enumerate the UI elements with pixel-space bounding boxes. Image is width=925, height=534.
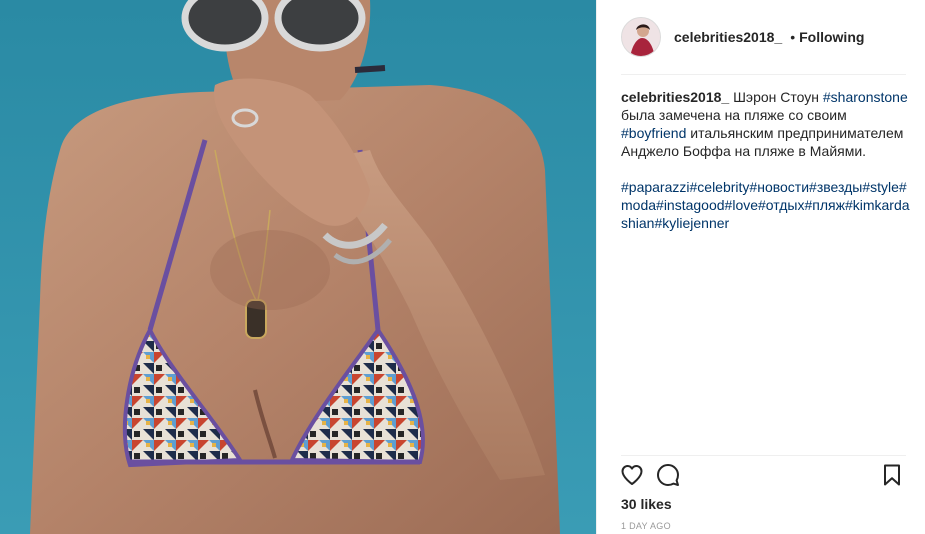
hashtag-link[interactable]: #отдых [758,197,804,213]
following-button[interactable]: Following [799,29,864,45]
hashtag-link[interactable]: #boyfriend [621,125,686,141]
instagram-post: celebrities2018_ • Following celebrities… [0,0,925,534]
header-text: celebrities2018_ • Following [674,29,864,45]
avatar[interactable] [621,17,661,57]
hashtag-link[interactable]: #новости [749,179,809,195]
hashtag-link[interactable]: #kyliejenner [654,215,729,231]
avatar-image [622,18,660,56]
comment-icon [657,464,679,486]
bookmark-icon [884,464,900,486]
caption-text: celebrities2018_ Шэрон Стоун #sharonston… [621,88,911,160]
post-header: celebrities2018_ • Following [597,0,925,74]
hashtag-link[interactable]: #звезды [809,179,862,195]
like-button[interactable] [617,460,647,490]
hashtag-link[interactable]: #sharonstone [823,89,908,105]
separator-dot: • [790,29,796,45]
caption-username-link[interactable]: celebrities2018_ [621,89,729,105]
hashtag-link[interactable]: #paparazzi [621,179,690,195]
post-photo[interactable] [0,0,596,534]
hashtag-link[interactable]: #style [862,179,899,195]
hashtag-link[interactable]: #instagood [656,197,725,213]
divider [621,74,906,75]
beach-photo-illustration [0,0,596,534]
hashtag-link[interactable]: #celebrity [690,179,750,195]
heart-icon [621,465,643,485]
save-button[interactable] [877,460,907,490]
comment-button[interactable] [653,460,683,490]
post-timestamp[interactable]: 1 DAY AGO [621,521,671,531]
username-link[interactable]: celebrities2018_ [674,29,782,45]
divider [621,455,906,456]
caption-text-part: Шэрон Стоун [729,89,823,105]
likes-count[interactable]: 30 likes [621,496,672,512]
post-side-panel: celebrities2018_ • Following celebrities… [596,0,925,534]
hashtag-link[interactable]: #пляж [804,197,844,213]
hashtag-link[interactable]: #love [725,197,758,213]
action-bar [617,460,912,492]
caption-text-part: была замечена на пляже со своим [621,107,847,123]
post-caption: celebrities2018_ Шэрон Стоун #sharonston… [621,88,911,232]
hashtag-list: #paparazzi#celebrity#новости#звезды#styl… [621,178,911,232]
